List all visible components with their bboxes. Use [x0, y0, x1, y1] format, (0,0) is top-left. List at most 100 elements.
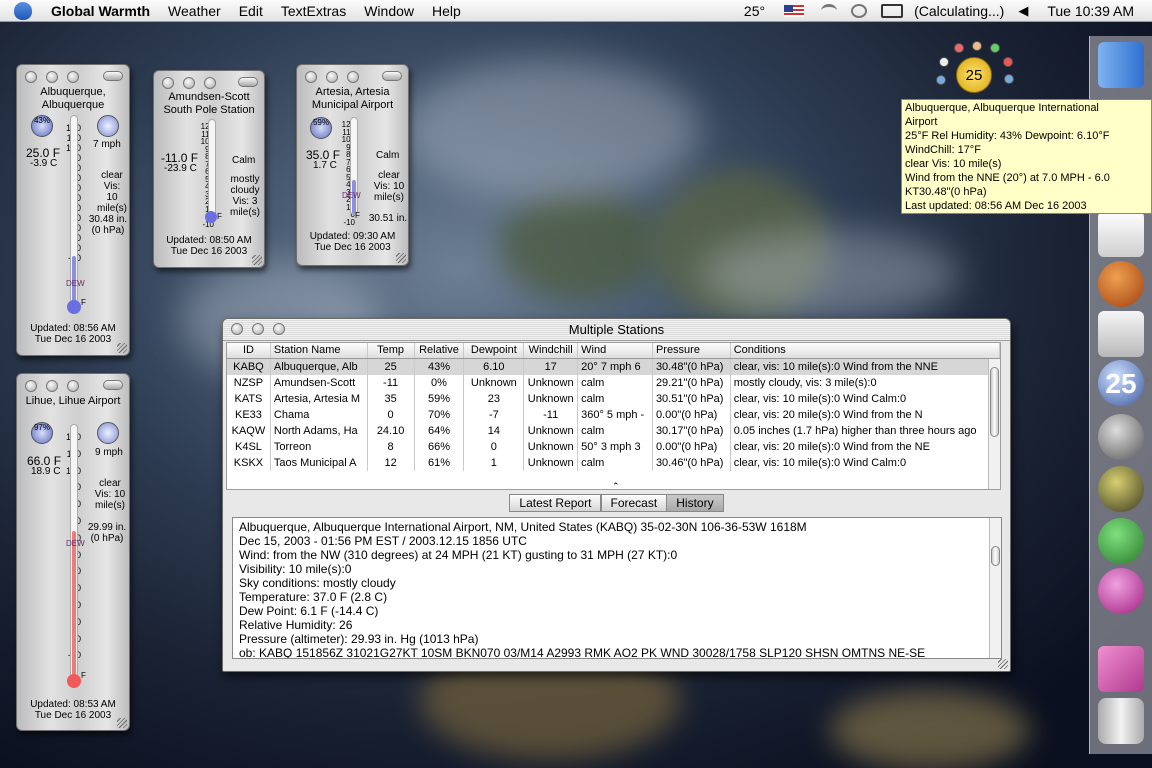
- resize-handle[interactable]: [252, 255, 262, 265]
- report-scrollbar[interactable]: [989, 518, 1001, 658]
- station-dot[interactable]: [936, 75, 946, 85]
- zoom-button[interactable]: [67, 380, 79, 392]
- column-header[interactable]: Dewpoint: [464, 343, 525, 358]
- volume-icon[interactable]: ◀: [1018, 3, 1028, 19]
- tooltip-line: Last updated: 08:56 AM Dec 16 2003: [905, 200, 1087, 212]
- tab-history[interactable]: History: [666, 494, 724, 512]
- menu-clock[interactable]: Tue 10:39 AM: [1038, 0, 1152, 22]
- table-row[interactable]: KABQ Albuquerque, Alb 25 43% 6.10 17 20° 7 mph…: [227, 359, 1000, 375]
- pressure: 30.51 in.: [368, 213, 408, 223]
- minimize-button[interactable]: [46, 380, 58, 392]
- menu-window[interactable]: Window: [355, 0, 423, 22]
- close-button[interactable]: [162, 77, 174, 89]
- chat-icon[interactable]: [851, 4, 868, 18]
- toolbar-toggle[interactable]: [238, 77, 258, 87]
- stickies-icon[interactable]: [1098, 646, 1144, 692]
- table-row[interactable]: KAQW North Adams, Ha 24.10 64% 14 Unknown calm…: [227, 423, 1000, 439]
- close-button[interactable]: [305, 71, 317, 83]
- column-header[interactable]: Temp: [368, 343, 415, 358]
- close-button[interactable]: [231, 323, 243, 335]
- zoom-button[interactable]: [347, 71, 359, 83]
- menu-temp-extra[interactable]: 25°: [735, 0, 774, 22]
- widget-albuquerque[interactable]: Albuquerque, Albuquerque 43% 25.0 F -3.9…: [16, 64, 130, 356]
- weather-menulet[interactable]: 25: [936, 40, 1016, 98]
- document-icon[interactable]: [1098, 311, 1144, 357]
- station-dot[interactable]: [1003, 57, 1013, 67]
- camera-icon[interactable]: [1098, 568, 1144, 614]
- multiple-stations-window[interactable]: Multiple Stations ID Station Name Temp R…: [222, 318, 1011, 672]
- column-header[interactable]: Station Name: [271, 343, 368, 358]
- battery-status[interactable]: (Calculating...): [910, 0, 1008, 22]
- temperature-sun-icon[interactable]: 25: [956, 57, 992, 93]
- splitter-handle[interactable]: ⌃: [612, 481, 620, 492]
- thermometer-bulb: [67, 674, 81, 688]
- station-dot[interactable]: [939, 57, 949, 67]
- minimize-button[interactable]: [326, 71, 338, 83]
- tab-forecast[interactable]: Forecast: [600, 494, 668, 512]
- menu-weather[interactable]: Weather: [159, 0, 230, 22]
- column-header[interactable]: Windchill: [524, 343, 579, 358]
- table-scrollbar[interactable]: [988, 359, 1000, 489]
- column-header[interactable]: Relative: [415, 343, 465, 358]
- app-orange-icon[interactable]: [1098, 261, 1144, 307]
- clock-icon[interactable]: [1098, 414, 1144, 460]
- table-row[interactable]: NZSP Amundsen-Scott -11 0% Unknown Unknown cal…: [227, 375, 1000, 391]
- table-row[interactable]: KSKX Taos Municipal A 12 61% 1 Unknown calm 30.…: [227, 455, 1000, 471]
- scroll-thumb[interactable]: [991, 546, 1000, 566]
- tab-latest-report[interactable]: Latest Report: [509, 494, 602, 512]
- window-titlebar[interactable]: Multiple Stations: [223, 319, 1010, 341]
- apple-menu-icon[interactable]: [14, 1, 32, 20]
- app-yellow-icon[interactable]: [1098, 466, 1144, 512]
- updated-time: Updated: 08:56 AM: [30, 323, 116, 334]
- menu-textextras[interactable]: TextExtras: [272, 0, 355, 22]
- widget-south-pole[interactable]: Amundsen-Scott South Pole Station -11.0 …: [153, 70, 265, 268]
- close-button[interactable]: [25, 71, 37, 83]
- toolbar-toggle[interactable]: [103, 380, 123, 390]
- stations-table[interactable]: ID Station Name Temp Relative Dewpoint W…: [226, 342, 1001, 490]
- preview-icon[interactable]: [1098, 211, 1144, 257]
- minimize-button[interactable]: [46, 71, 58, 83]
- column-header[interactable]: Wind: [578, 343, 653, 358]
- table-row[interactable]: KATS Artesia, Artesia M 35 59% 23 Unknown calm…: [227, 391, 1000, 407]
- wifi-icon[interactable]: [821, 4, 838, 18]
- station-dot[interactable]: [972, 41, 982, 51]
- resize-handle[interactable]: [117, 343, 127, 353]
- us-flag-icon[interactable]: [784, 5, 805, 17]
- station-dot[interactable]: [1004, 74, 1014, 84]
- scroll-thumb[interactable]: [990, 367, 999, 437]
- table-row[interactable]: K4SL Torreon 8 66% 0 Unknown 50° 3 mph 3 0.00"(…: [227, 439, 1000, 455]
- global-warmth-icon[interactable]: 25: [1098, 360, 1144, 406]
- station-dot[interactable]: [990, 43, 1000, 53]
- menu-help[interactable]: Help: [423, 0, 470, 22]
- finder-icon[interactable]: [1098, 42, 1144, 88]
- menu-edit[interactable]: Edit: [230, 0, 272, 22]
- zoom-button[interactable]: [273, 323, 285, 335]
- resize-handle[interactable]: [998, 659, 1008, 669]
- menu-app-name[interactable]: Global Warmth: [42, 0, 159, 22]
- wind-speed: 9 mph: [95, 447, 123, 458]
- toolbar-toggle[interactable]: [103, 71, 123, 81]
- report-text[interactable]: Albuquerque, Albuquerque International A…: [232, 517, 1002, 659]
- table-cell: Unknown: [524, 423, 579, 439]
- column-header[interactable]: Conditions: [731, 343, 1000, 358]
- humidity-value: 59%: [312, 118, 329, 127]
- close-button[interactable]: [25, 380, 37, 392]
- cond-line: Vis: 10: [94, 489, 126, 500]
- minimize-button[interactable]: [183, 77, 195, 89]
- toolbar-toggle[interactable]: [382, 71, 402, 81]
- trash-icon[interactable]: [1098, 698, 1144, 744]
- resize-handle[interactable]: [117, 718, 127, 728]
- resize-handle[interactable]: [396, 253, 406, 263]
- zoom-button[interactable]: [67, 71, 79, 83]
- table-cell: Unknown: [524, 375, 579, 391]
- station-dot[interactable]: [954, 43, 964, 53]
- widget-lihue[interactable]: Lihue, Lihue Airport 97% 66.0 F 18.9 C 9…: [16, 373, 130, 731]
- minimize-button[interactable]: [252, 323, 264, 335]
- widget-artesia[interactable]: Artesia, Artesia Municipal Airport 59% 3…: [296, 64, 409, 266]
- column-header[interactable]: Pressure: [653, 343, 731, 358]
- table-row[interactable]: KE33 Chama 0 70% -7 -11 360° 5 mph -0.00"(0 hP…: [227, 407, 1000, 423]
- battery-icon[interactable]: [881, 4, 904, 18]
- zoom-button[interactable]: [204, 77, 216, 89]
- app-green-icon[interactable]: [1098, 518, 1144, 564]
- column-header[interactable]: ID: [227, 343, 271, 358]
